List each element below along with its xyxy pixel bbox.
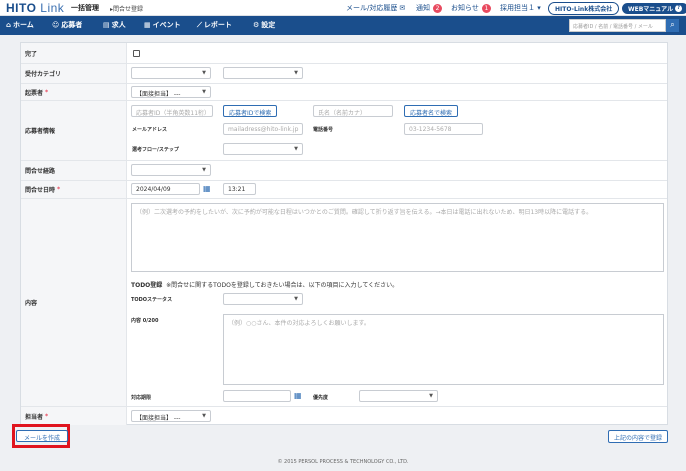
todo-content-textarea[interactable]: （例）○○さん、本件の対応よろしくお願いします。 <box>223 314 664 385</box>
search-icon[interactable]: ⌕ <box>666 19 679 32</box>
nav-settings[interactable]: ⚙ 設定 <box>253 20 275 30</box>
assignee-row: 担当者 * 【面接担当】 --- ▼ <box>21 407 667 425</box>
notification-link[interactable]: 通知 2 <box>416 2 442 14</box>
priority-label: 優先度 <box>313 395 329 401</box>
inquiry-form: 完了 受付カテゴリ ▼ ▼ 起票者 * 【面接担当】 --- ▼ 応募者情報 応募者… <box>20 42 668 425</box>
mail-icon: ✉ <box>399 4 406 12</box>
chevron-down-icon: ▼ <box>202 70 206 76</box>
datetime-label: 問合せ日時 * <box>21 181 127 198</box>
email-input[interactable]: mailadress@hito-link.jp <box>223 123 303 135</box>
selection-flow-label: 選考フロー/ステップ <box>132 147 179 153</box>
nav-home[interactable]: ⌂ ホーム <box>6 20 34 30</box>
todo-heading: TODO登録 ※問合せに関するTODOを登録しておきたい場合は、以下の項目に入力… <box>131 282 399 289</box>
phone-input[interactable]: 03-1234-5678 <box>404 123 483 135</box>
help-icon: ? <box>675 4 683 12</box>
route-row: 問合せ経路 ▼ <box>21 161 667 181</box>
category-select[interactable]: ▼ <box>131 67 211 79</box>
assignee-label: 担当者 * <box>21 407 127 425</box>
complete-checkbox[interactable] <box>133 50 140 57</box>
top-bar: HITO Link 一括管理 ▸問合せ登録 メール/対応履歴 ✉ 通知 2 お知… <box>0 0 686 16</box>
applicant-name-input[interactable]: 氏名（名前カナ） <box>313 105 393 117</box>
time-input[interactable]: 13:21 <box>223 183 256 195</box>
calendar-icon[interactable]: ▦ <box>203 184 211 193</box>
chevron-down-icon: ▼ <box>202 413 206 419</box>
create-mail-button[interactable]: メールを作成 <box>16 430 69 442</box>
selection-flow-select[interactable]: ▼ <box>223 143 303 155</box>
chevron-down-icon: ▼ <box>202 89 206 95</box>
route-label: 問合せ経路 <box>21 161 127 180</box>
mail-history-link[interactable]: メール/対応履歴 ✉ <box>346 2 405 14</box>
page-section-title: 一括管理 <box>71 4 99 12</box>
calendar-icon[interactable]: ▦ <box>294 391 302 400</box>
route-select[interactable]: ▼ <box>131 164 211 176</box>
phone-label: 電話番号 <box>313 127 334 133</box>
date-input[interactable]: 2024/04/09 <box>131 183 200 195</box>
priority-select[interactable]: ▼ <box>359 390 438 402</box>
register-button[interactable]: 上記の内容で登録 <box>608 430 669 443</box>
hito-link-logo[interactable]: HITO Link <box>6 1 64 15</box>
category-label: 受付カテゴリ <box>21 64 127 83</box>
book-icon: ▤ <box>103 21 110 29</box>
copyright: © 2015 PERSOL PROCESS & TECHNOLOGY CO., … <box>277 459 409 465</box>
drafter-select[interactable]: 【面接担当】 --- ▼ <box>131 86 211 98</box>
drafter-row: 起票者 * 【面接担当】 --- ▼ <box>21 84 667 101</box>
web-manual-button[interactable]: WEBマニュアル ? <box>622 2 686 14</box>
chevron-down-icon: ▼ <box>429 393 433 399</box>
search-by-name-button[interactable]: 応募者名で検索 <box>404 105 459 117</box>
due-date-label: 対応期限 <box>131 395 152 401</box>
nav-applicants[interactable]: ☺ 応募者 <box>52 20 82 30</box>
search-by-id-button[interactable]: 応募者IDで検索 <box>223 105 278 117</box>
due-date-input[interactable] <box>223 390 291 402</box>
assignee-select[interactable]: 【面接担当】 --- ▼ <box>131 410 211 422</box>
global-search-input[interactable]: 応募者ID / 名前 / 電話番号 / メール <box>569 19 666 32</box>
notification-count-badge: 2 <box>433 3 442 13</box>
todo-status-select[interactable]: ▼ <box>223 293 303 305</box>
applicant-info-row: 応募者情報 応募者ID（半角英数11桁） 応募者IDで検索 氏名（名前カナ） 応… <box>21 101 667 161</box>
complete-row: 完了 <box>21 43 667 64</box>
news-count-badge: 1 <box>481 3 491 13</box>
nav-reports[interactable]: ⟋ レポート <box>197 20 232 30</box>
content-row: 内容 （例）二次選考の予約をしたいが、次に予約が可能な日程はいつかとのご質問。確… <box>21 199 667 407</box>
nav-jobs[interactable]: ▤ 求人 <box>103 20 126 30</box>
chevron-down-icon: ▼ <box>294 296 298 302</box>
todo-status-label: TODOステータス <box>131 297 173 303</box>
gear-icon: ⚙ <box>253 21 260 29</box>
company-button[interactable]: HITO-Link株式会社 <box>548 1 620 15</box>
nav-events[interactable]: ▦ イベント <box>144 20 181 30</box>
applicant-id-input[interactable]: 応募者ID（半角英数11桁） <box>131 105 213 117</box>
content-label: 内容 <box>21 199 127 406</box>
drafter-label: 起票者 * <box>21 84 127 100</box>
chevron-down-icon: ▼ <box>294 70 298 76</box>
chevron-down-icon: ▼ <box>202 167 206 173</box>
chevron-down-icon: ▼ <box>294 146 298 152</box>
user-menu[interactable]: 採用担当１ ▾ <box>500 2 541 14</box>
category-row: 受付カテゴリ ▼ ▼ <box>21 64 667 84</box>
people-icon: ☺ <box>52 21 60 29</box>
datetime-row: 問合せ日時 * 2024/04/09 ▦ 13:21 <box>21 181 667 199</box>
complete-label: 完了 <box>21 43 127 63</box>
todo-content-label: 内容 0/200 <box>131 318 159 324</box>
chart-icon: ⟋ <box>197 20 202 29</box>
calendar-icon: ▦ <box>144 21 151 29</box>
content-textarea[interactable]: （例）二次選考の予約をしたいが、次に予約が可能な日程はいつかとのご質問。確認して… <box>131 203 664 272</box>
news-link[interactable]: お知らせ 1 <box>451 2 491 14</box>
email-label: メールアドレス <box>132 127 168 133</box>
subcategory-select[interactable]: ▼ <box>223 67 303 79</box>
breadcrumb: ▸問合せ登録 <box>110 6 144 13</box>
home-icon: ⌂ <box>6 21 12 29</box>
applicant-info-label: 応募者情報 <box>21 101 127 160</box>
